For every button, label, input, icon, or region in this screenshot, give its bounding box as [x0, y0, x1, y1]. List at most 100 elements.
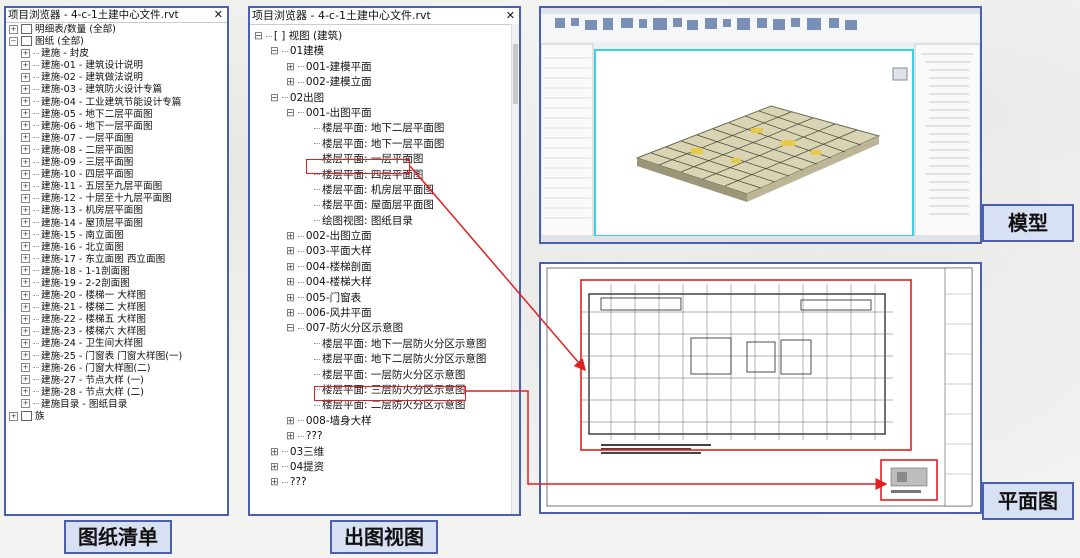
expand-icon[interactable]: ⊞: [286, 261, 295, 273]
tree-node-sheets[interactable]: − 图纸 (全部): [9, 36, 227, 48]
view-tree-node[interactable]: ⊞???: [254, 429, 519, 444]
collapse-icon[interactable]: ⊟: [254, 30, 263, 42]
expand-icon[interactable]: +: [21, 109, 30, 119]
view-tree-node[interactable]: ⊞ 004-楼梯大样: [254, 275, 519, 290]
close-icon[interactable]: ✕: [506, 8, 515, 24]
expand-icon[interactable]: +: [21, 230, 30, 240]
view-tree-node[interactable]: 楼层平面: 机房层平面图: [254, 183, 519, 198]
sheet-item[interactable]: + 建施-20 - 楼梯一 大样图: [9, 290, 227, 302]
expand-icon[interactable]: +: [21, 181, 30, 191]
view-tree-node[interactable]: 绘图视图: 图纸目录: [254, 214, 519, 229]
sheet-item[interactable]: + 建施-02 - 建筑做法说明: [9, 72, 227, 84]
expand-icon[interactable]: +: [21, 133, 30, 143]
expand-icon[interactable]: +: [21, 338, 30, 348]
sheet-item[interactable]: + 建施-07 - 一层平面图: [9, 133, 227, 145]
expand-icon[interactable]: +: [21, 314, 30, 324]
sheet-item[interactable]: + 建施-19 - 2-2剖面图: [9, 278, 227, 290]
expand-icon[interactable]: ⊞: [286, 76, 295, 88]
view-tree-node[interactable]: ⊞ 003-平面大样: [254, 244, 519, 259]
expand-icon[interactable]: +: [21, 145, 30, 155]
sheet-item[interactable]: + 建施-04 - 工业建筑节能设计专篇: [9, 97, 227, 109]
sheet-item[interactable]: + 建施-13 - 机房层平面图: [9, 205, 227, 217]
expand-icon[interactable]: +: [21, 121, 30, 131]
expand-icon[interactable]: ⊞: [270, 446, 279, 458]
expand-icon[interactable]: +: [21, 205, 30, 215]
sheet-item[interactable]: + 建施-28 - 节点大样 (二): [9, 387, 227, 399]
expand-icon[interactable]: +: [21, 399, 30, 409]
sheet-item[interactable]: + 建施-17 - 东立面图 西立面图: [9, 254, 227, 266]
expand-icon[interactable]: +: [9, 411, 18, 421]
expand-icon[interactable]: ⊞: [286, 245, 295, 257]
view-tree-node[interactable]: ⊞ 002-建模立面: [254, 75, 519, 90]
tree-node-schedules[interactable]: + 明细表/数量 (全部): [9, 24, 227, 36]
view-tree-node[interactable]: 楼层平面: 一层防火分区示意图: [254, 368, 519, 383]
sheet-item[interactable]: + 建施-05 - 地下二层平面图: [9, 109, 227, 121]
expand-icon[interactable]: +: [21, 266, 30, 276]
expand-icon[interactable]: +: [21, 60, 30, 70]
expand-icon[interactable]: +: [21, 375, 30, 385]
expand-icon[interactable]: +: [21, 363, 30, 373]
expand-icon[interactable]: ⊞: [270, 461, 279, 473]
view-tree-node[interactable]: ⊟ 02出图: [254, 91, 519, 106]
view-tree-node[interactable]: ⊞ 005-门窗表: [254, 291, 519, 306]
sheet-item[interactable]: + 建施-27 - 节点大样 (一): [9, 375, 227, 387]
view-tree-node[interactable]: ⊞???: [254, 475, 519, 490]
sheet-item[interactable]: + 建施-01 - 建筑设计说明: [9, 60, 227, 72]
view-tree-node[interactable]: ⊞ 008-墙身大样: [254, 414, 519, 429]
expand-icon[interactable]: +: [21, 326, 30, 336]
expand-icon[interactable]: +: [9, 24, 18, 34]
sheet-item[interactable]: + 建施-03 - 建筑防火设计专篇: [9, 84, 227, 96]
sheet-item[interactable]: + 建施-11 - 五层至九层平面图: [9, 181, 227, 193]
expand-icon[interactable]: +: [21, 351, 30, 361]
expand-icon[interactable]: ⊞: [270, 476, 279, 488]
close-icon[interactable]: ✕: [214, 8, 223, 22]
expand-icon[interactable]: +: [21, 218, 30, 227]
expand-icon[interactable]: ⊞: [286, 61, 295, 73]
collapse-icon[interactable]: ⊟: [286, 322, 295, 334]
sheet-item[interactable]: + 建施-25 - 门窗表 门窗大样图(一): [9, 351, 227, 363]
view-tree-node[interactable]: ⊟ 007-防火分区示意图: [254, 321, 519, 336]
view-tree-node[interactable]: 楼层平面: 地下一层防火分区示意图: [254, 337, 519, 352]
view-tree-node[interactable]: ⊞ 04提资: [254, 460, 519, 475]
sheet-item[interactable]: + 建施-21 - 楼梯二 大样图: [9, 302, 227, 314]
collapse-icon[interactable]: ⊟: [270, 45, 279, 57]
sheet-item[interactable]: + 建施-26 - 门窗大样图(二): [9, 363, 227, 375]
expand-icon[interactable]: +: [21, 302, 30, 312]
view-tree-node[interactable]: ⊞ 002-出图立面: [254, 229, 519, 244]
view-tree-node[interactable]: ⊟ 01建模: [254, 44, 519, 59]
view-tree-node[interactable]: 楼层平面: 地下二层平面图: [254, 121, 519, 136]
expand-icon[interactable]: +: [21, 278, 30, 288]
sheet-item[interactable]: + 建施-24 - 卫生间大样图: [9, 338, 227, 350]
expand-icon[interactable]: +: [21, 157, 30, 167]
sheet-item[interactable]: + 建施-15 - 南立面图: [9, 230, 227, 242]
sheet-item[interactable]: + 建施 - 封皮: [9, 48, 227, 60]
sheet-item[interactable]: + 建施-23 - 楼梯六 大样图: [9, 326, 227, 338]
view-tree-node[interactable]: ⊞ 004-楼梯剖面: [254, 260, 519, 275]
expand-icon[interactable]: +: [21, 193, 30, 203]
collapse-icon[interactable]: ⊟: [270, 92, 279, 104]
view-tree-node[interactable]: ⊞ 006-风井平面: [254, 306, 519, 321]
expand-icon[interactable]: +: [21, 242, 30, 252]
expand-icon[interactable]: ⊞: [286, 430, 295, 442]
expand-icon[interactable]: ⊞: [286, 276, 295, 288]
expand-icon[interactable]: +: [21, 97, 30, 107]
expand-icon[interactable]: ⊞: [286, 230, 295, 242]
tree-node-family[interactable]: + 族: [9, 411, 227, 423]
view-tree-node[interactable]: 楼层平面: 地下一层平面图: [254, 137, 519, 152]
sheet-item[interactable]: + 建施-08 - 二层平面图: [9, 145, 227, 157]
sheet-item[interactable]: + 建施-12 - 十层至十九层平面图: [9, 193, 227, 205]
view-tree-node[interactable]: ⊞ 03三维: [254, 445, 519, 460]
view-tree-node[interactable]: ⊟ 001-出图平面: [254, 106, 519, 121]
view-tree-node[interactable]: 楼层平面: 屋面层平面图: [254, 198, 519, 213]
view-tree-node[interactable]: ⊟ [ ] 视图 (建筑): [254, 29, 519, 44]
expand-icon[interactable]: +: [21, 169, 30, 179]
expand-icon[interactable]: +: [21, 48, 30, 58]
sheet-item[interactable]: + 建施-14 - 屋顶层平面图: [9, 218, 227, 230]
expand-icon[interactable]: ⊞: [286, 292, 295, 304]
sheet-item[interactable]: + 建施-18 - 1-1剖面图: [9, 266, 227, 278]
sheet-item[interactable]: + 建施目录 - 图纸目录: [9, 399, 227, 411]
collapse-icon[interactable]: −: [9, 36, 18, 46]
expand-icon[interactable]: +: [21, 387, 30, 397]
expand-icon[interactable]: +: [21, 72, 30, 82]
expand-icon[interactable]: ⊞: [286, 307, 295, 319]
